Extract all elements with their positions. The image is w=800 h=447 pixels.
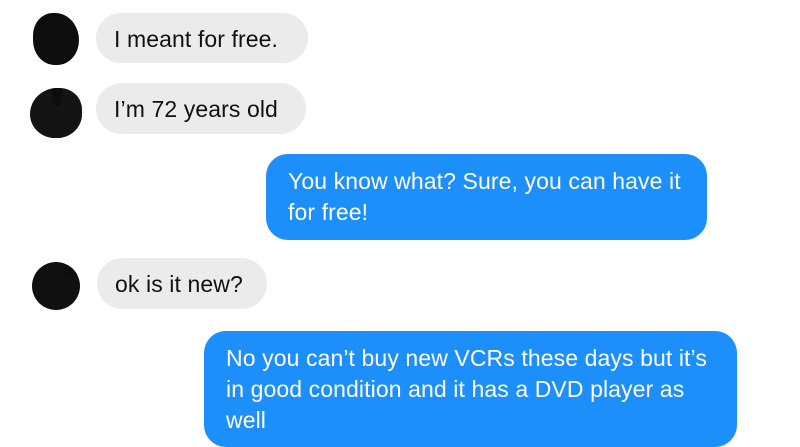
outgoing-message-bubble[interactable]: You know what? Sure, you can have it for… [266,154,707,240]
outgoing-message-bubble[interactable]: No you can’t buy new VCRs these days but… [204,331,737,447]
message-text: You know what? Sure, you can have it for… [288,168,681,225]
message-text: I’m 72 years old [114,96,278,122]
incoming-message-bubble[interactable]: ok is it new? [97,258,267,309]
contact-avatar-redacted[interactable] [30,88,82,138]
contact-avatar-redacted[interactable] [32,262,80,310]
message-thread[interactable]: I meant for free. I’m 72 years old You k… [0,0,800,447]
incoming-message-bubble[interactable]: I’m 72 years old [96,83,306,134]
message-text: ok is it new? [115,271,243,297]
message-text: I meant for free. [114,26,279,52]
contact-avatar-redacted[interactable] [33,13,79,65]
incoming-message-bubble[interactable]: I meant for free. [96,13,308,63]
message-text: No you can’t buy new VCRs these days but… [226,345,707,433]
